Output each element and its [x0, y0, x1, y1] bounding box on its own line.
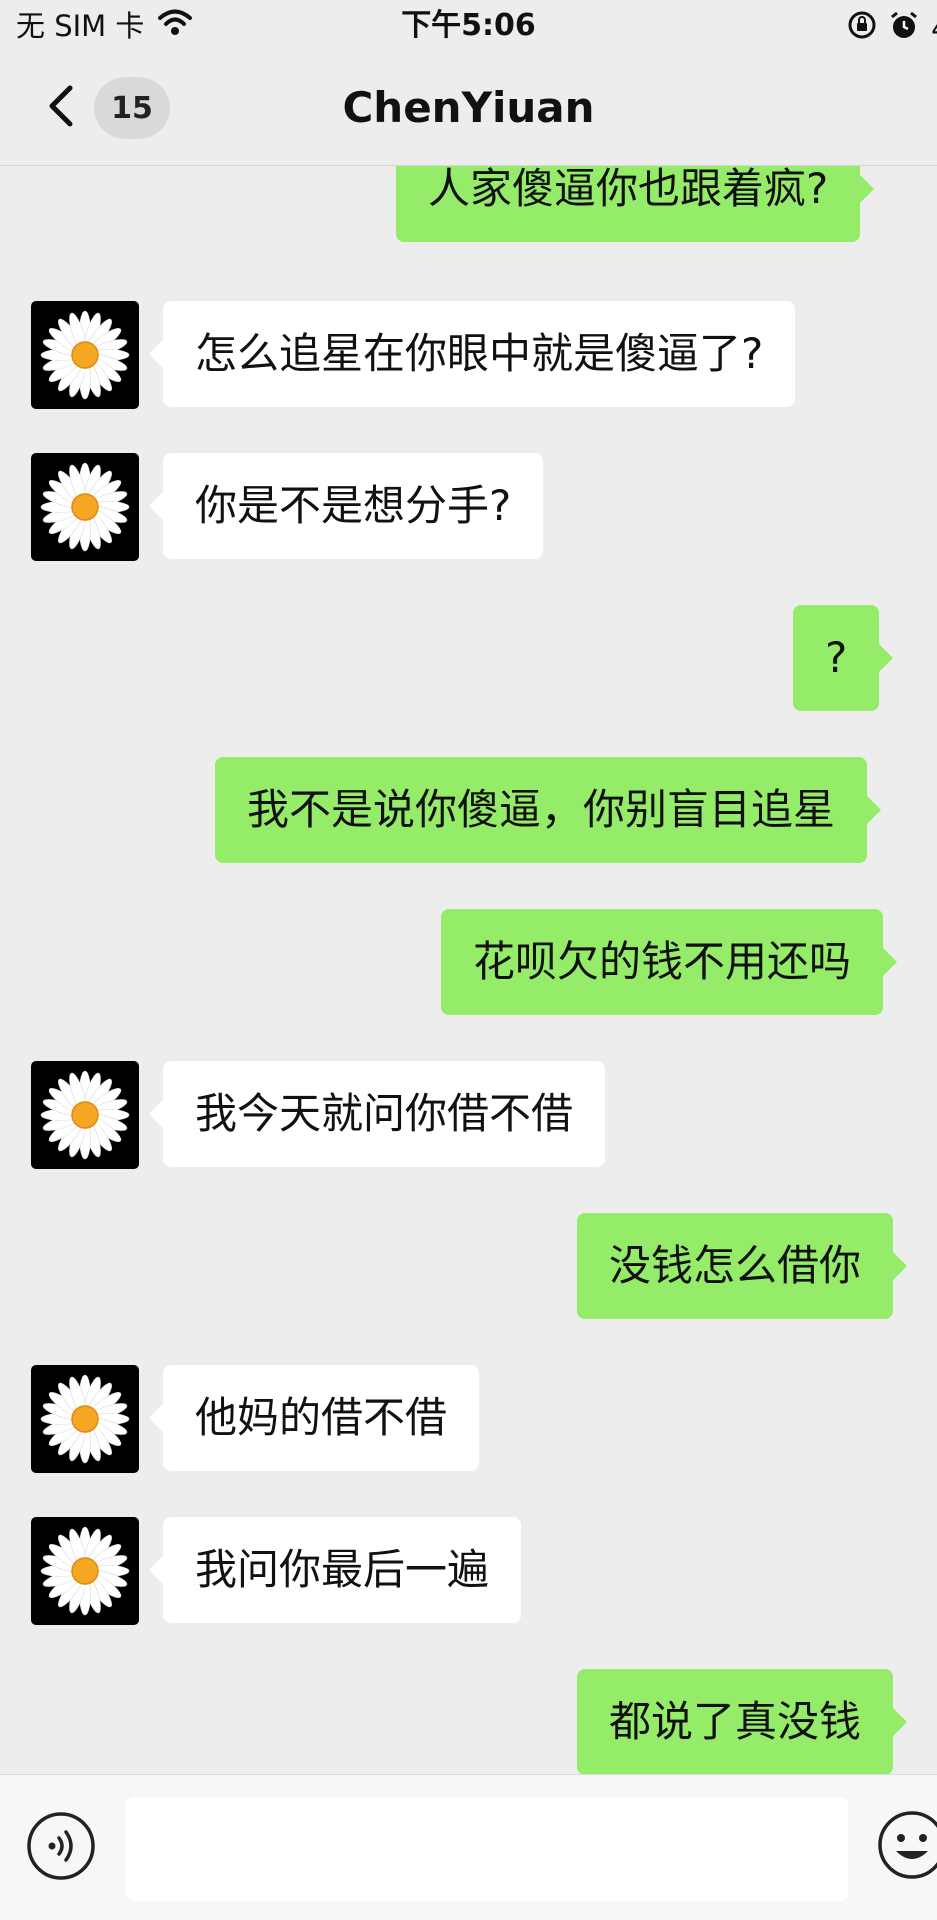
their-message[interactable]: 我问你最后一遍 — [148, 1517, 522, 1623]
status-bar: 无 SIM 卡 下午5:06 4 — [0, 0, 937, 52]
daisy-avatar[interactable] — [31, 453, 139, 561]
input-bar — [0, 1774, 937, 1920]
their-message[interactable]: 怎么追星在你眼中就是傻逼了? — [148, 301, 796, 407]
message-input[interactable] — [126, 1797, 848, 1901]
status-right: 4 — [847, 10, 937, 47]
status-time: 下午5:06 — [401, 8, 536, 43]
my-message[interactable]: ? — [793, 605, 894, 711]
my-message[interactable]: 没钱怎么借你 — [577, 1213, 908, 1319]
their-message[interactable]: 你是不是想分手? — [148, 453, 544, 559]
daisy-avatar[interactable] — [31, 1365, 139, 1473]
their-message[interactable]: 他妈的借不借 — [148, 1365, 480, 1471]
alarm-icon — [889, 10, 919, 47]
their-message[interactable]: 我今天就问你借不借 — [148, 1061, 606, 1167]
emoji-icon[interactable] — [876, 1809, 937, 1881]
rotation-lock-icon — [847, 10, 877, 47]
daisy-avatar[interactable] — [31, 1517, 139, 1625]
daisy-avatar[interactable] — [31, 301, 139, 409]
my-message[interactable]: 人家傻逼你也跟着疯? — [396, 166, 875, 242]
chat-area[interactable]: 人家傻逼你也跟着疯? 怎么追星在你眼中就是傻逼了? 你是不是想分手? ? 我不是… — [0, 166, 937, 1774]
daisy-avatar[interactable] — [31, 1061, 139, 1169]
chat-title[interactable]: ChenYiuan — [0, 82, 937, 134]
battery-label: 4 — [931, 12, 937, 45]
my-message[interactable]: 花呗欠的钱不用还吗 — [441, 909, 898, 1015]
nav-bar: 15 ChenYiuan — [0, 52, 937, 166]
my-message[interactable]: 都说了真没钱 — [577, 1669, 908, 1774]
my-message[interactable]: 我不是说你傻逼，你别盲目追星 — [215, 757, 882, 863]
voice-icon[interactable] — [26, 1811, 96, 1881]
